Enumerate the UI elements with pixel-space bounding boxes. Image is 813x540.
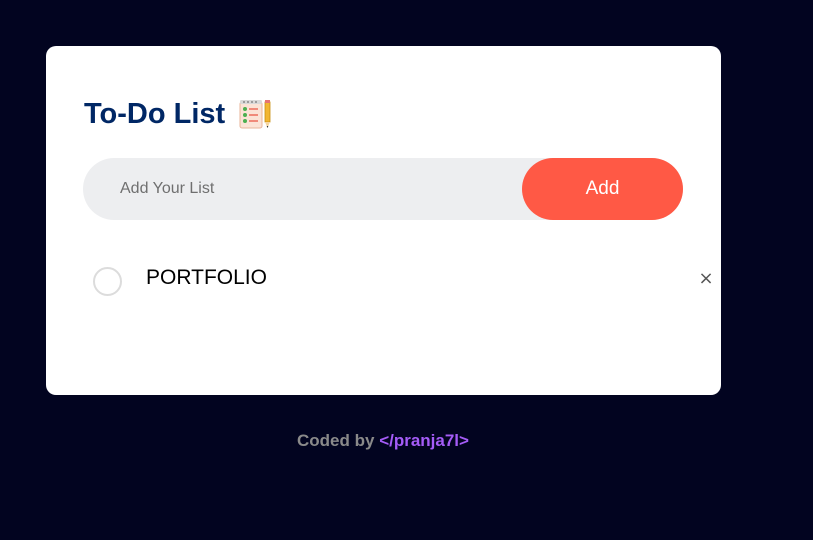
add-button[interactable]: Add	[522, 158, 683, 220]
app-title: To-Do List	[84, 97, 226, 130]
title-row: To-Do List	[84, 94, 274, 134]
list-item[interactable]: PORTFOLIO ×	[92, 260, 714, 306]
task-list: PORTFOLIO ×	[92, 260, 714, 306]
task-text: PORTFOLIO	[146, 266, 267, 289]
footer-prefix: Coded by	[297, 431, 380, 450]
author-link[interactable]: </pranja7l>	[379, 431, 469, 450]
task-input[interactable]	[120, 158, 520, 220]
close-icon[interactable]: ×	[695, 268, 717, 290]
footer-credit: Coded by </pranja7l>	[0, 431, 766, 451]
checklist-notepad-icon	[238, 98, 274, 130]
input-row: Add	[83, 158, 683, 220]
checkbox-circle-icon[interactable]	[93, 267, 122, 296]
todo-card: To-Do List Add Your List Add PORTFOLIO ×	[46, 46, 721, 395]
